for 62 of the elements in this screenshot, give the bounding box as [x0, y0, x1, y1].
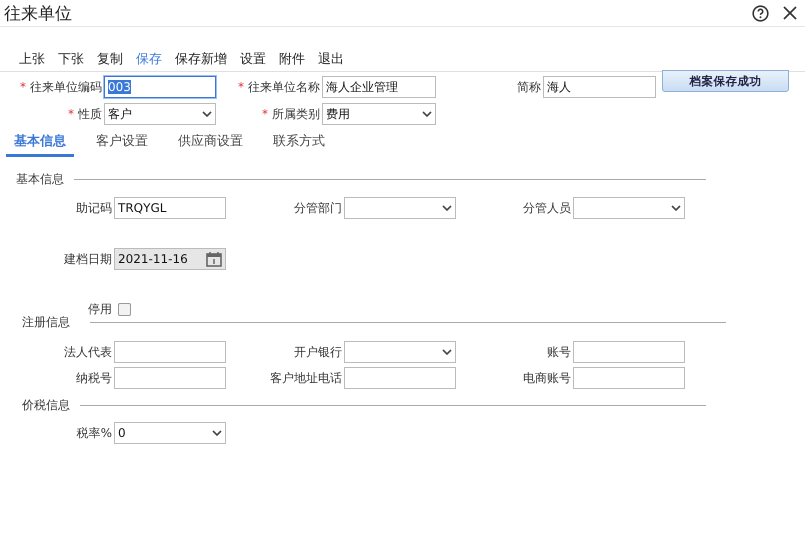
toolbar-button[interactable]: 复制	[90, 47, 129, 71]
field-label: 所属类别	[272, 106, 320, 122]
text-field[interactable]: 海人企业管理	[322, 76, 436, 98]
tab[interactable]: 联系方式	[265, 132, 333, 157]
section-title: 价税信息	[21, 397, 70, 414]
tab[interactable]: 基本信息	[6, 132, 74, 157]
toolbar-button[interactable]: 保存	[129, 47, 168, 71]
field-label: 电商账号	[522, 370, 571, 386]
text-field[interactable]	[114, 341, 226, 363]
field-label: 开户银行	[293, 344, 342, 360]
field-label: 停用	[87, 301, 112, 318]
field-label: 客户地址电话	[269, 370, 342, 386]
required-asterisk: *	[20, 80, 26, 94]
tab[interactable]: 供应商设置	[170, 132, 251, 157]
field-label: 分管部门	[293, 200, 342, 216]
dropdown[interactable]: 0	[114, 422, 226, 444]
tab[interactable]: 客户设置	[88, 132, 156, 157]
toolbar-button[interactable]: 退出	[311, 47, 350, 71]
field-label: 性质	[78, 106, 102, 122]
chevron-down-icon	[442, 205, 452, 211]
text-field[interactable]: TRQYGL	[114, 197, 226, 219]
dropdown[interactable]: 费用	[322, 103, 436, 125]
field-label: 税率%	[76, 424, 112, 442]
toolbar-button[interactable]: 附件	[272, 47, 311, 71]
dropdown[interactable]	[573, 197, 685, 219]
field-label: 简称	[517, 78, 541, 96]
field-label: 往来单位编码	[30, 78, 102, 96]
field-label: 纳税号	[75, 370, 112, 386]
field-label: 建档日期	[63, 250, 112, 268]
field-label: 法人代表	[63, 344, 112, 360]
dropdown[interactable]	[344, 341, 456, 363]
checkbox[interactable]	[118, 303, 131, 316]
help-icon[interactable]	[752, 4, 769, 22]
toolbar-button[interactable]: 上张	[12, 47, 51, 71]
text-field[interactable]	[344, 367, 456, 389]
text-field[interactable]	[573, 341, 685, 363]
chevron-down-icon	[671, 205, 681, 211]
chevron-down-icon	[212, 430, 222, 436]
text-field[interactable]: 003	[104, 76, 216, 98]
text-field[interactable]	[573, 367, 685, 389]
text-field[interactable]: 海人	[543, 76, 656, 98]
chevron-down-icon	[202, 111, 212, 117]
required-asterisk: *	[238, 80, 244, 94]
dropdown[interactable]: 客户	[104, 103, 216, 125]
required-asterisk: *	[68, 107, 74, 121]
section-title: 基本信息	[15, 171, 64, 188]
chevron-down-icon	[442, 349, 452, 355]
window-title: 往来单位	[4, 2, 73, 24]
field-label: 分管人员	[522, 200, 571, 216]
toolbar-button[interactable]: 保存新增	[168, 47, 233, 71]
dropdown[interactable]	[344, 197, 456, 219]
close-icon[interactable]	[783, 6, 797, 20]
section-title: 注册信息	[21, 314, 71, 331]
toolbar-button[interactable]: 下张	[51, 47, 90, 71]
field-label: 助记码	[75, 200, 112, 216]
field-label: 账号	[546, 344, 571, 360]
chevron-down-icon	[422, 111, 432, 117]
status-message: 档案保存成功	[662, 70, 789, 92]
text-field[interactable]	[114, 367, 226, 389]
required-asterisk: *	[262, 107, 268, 121]
toolbar-button[interactable]: 设置	[233, 47, 272, 71]
field-label: 往来单位名称	[248, 78, 320, 96]
